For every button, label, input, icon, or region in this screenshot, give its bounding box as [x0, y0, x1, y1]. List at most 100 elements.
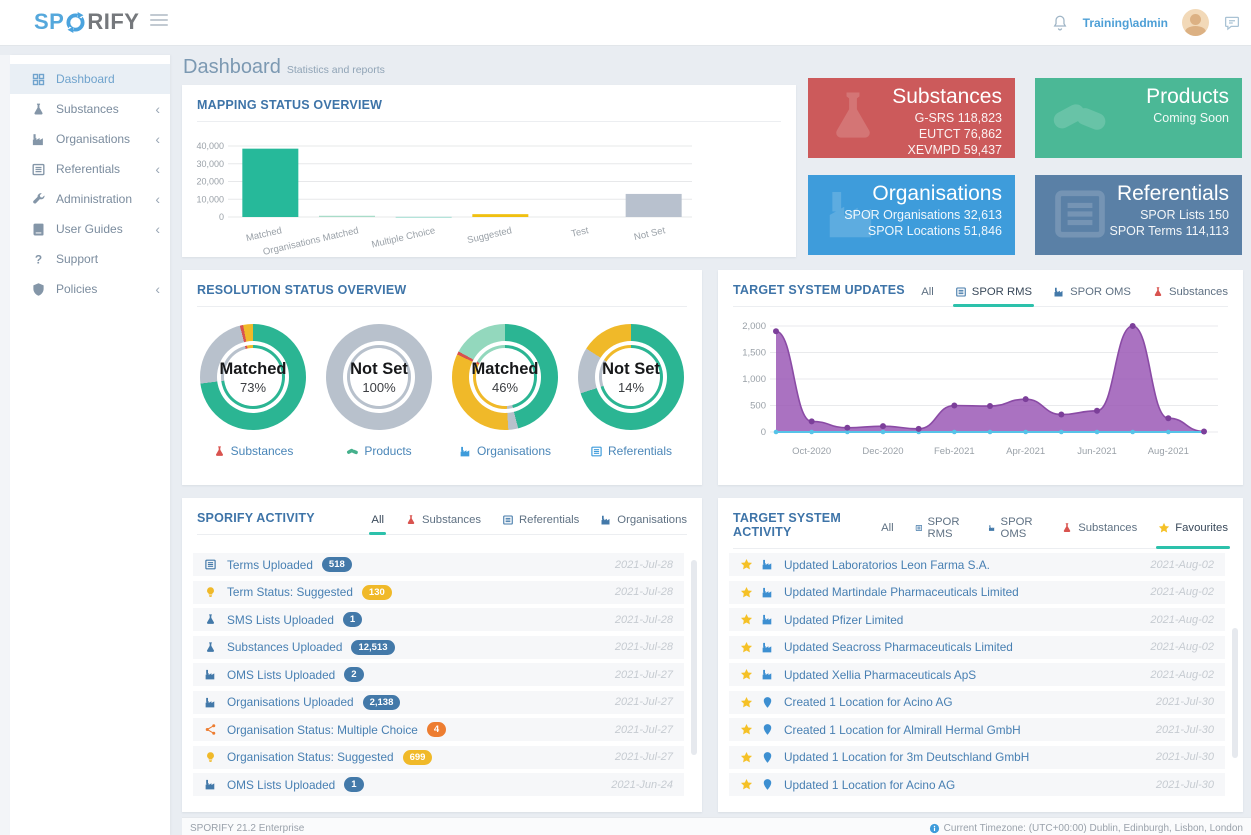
activity-text: OMS Lists Uploaded [227, 668, 335, 682]
sporify-tab-substances[interactable]: Substances [405, 514, 481, 535]
app-logo[interactable]: SP RIFY [34, 9, 139, 35]
updates-tabs: AllSPOR RMSSPOR OMSSubstances [921, 286, 1228, 297]
user-menu[interactable]: Training\admin [1083, 16, 1168, 30]
activity-row[interactable]: Term Status: Suggested1302021-Jul-28 [193, 581, 684, 604]
donut-category-label: Referentials [608, 444, 672, 458]
factory-icon [988, 522, 996, 534]
grid-icon [31, 72, 46, 87]
activity-row[interactable]: Updated Pfizer Limited2021-Aug-02 [729, 608, 1225, 631]
donut-category-label: Products [364, 444, 411, 458]
target-tab-substances[interactable]: Substances [1061, 516, 1137, 549]
activity-row[interactable]: Updated Laboratorios Leon Farma S.A.2021… [729, 553, 1225, 576]
activity-row[interactable]: Updated 1 Location for 3m Deutschland Gm… [729, 746, 1225, 769]
sidebar-item-user-guides[interactable]: User Guides‹ [10, 214, 170, 244]
activity-row[interactable]: Terms Uploaded5182021-Jul-28 [193, 553, 684, 576]
panel-mapping-status: MAPPING STATUS OVERVIEW 010,00020,00030,… [182, 85, 796, 257]
activity-row[interactable]: Updated Martindale Pharmaceuticals Limit… [729, 581, 1225, 604]
tile-products[interactable]: ProductsComing Soon [1035, 78, 1242, 158]
donut-category-organisations[interactable]: Organisations [459, 444, 551, 458]
sidebar-item-organisations[interactable]: Organisations‹ [10, 124, 170, 154]
question-icon: ? [31, 252, 46, 267]
factory-icon [204, 668, 217, 681]
svg-text:2,000: 2,000 [742, 321, 766, 332]
activity-row[interactable]: SMS Lists Uploaded12021-Jul-28 [193, 608, 684, 631]
page-title: DashboardStatistics and reports [183, 56, 385, 79]
donut-chart[interactable]: Not Set100% [326, 324, 432, 430]
wrench-icon [31, 192, 46, 207]
chat-icon[interactable] [1223, 14, 1241, 32]
menu-toggle-button[interactable] [150, 14, 168, 28]
sporify-tab-organisations[interactable]: Organisations [600, 514, 687, 535]
tab-label: Substances [422, 514, 481, 526]
donut-substances: Matched73% Substances [194, 324, 312, 458]
sidebar-item-support[interactable]: ?Support [10, 244, 170, 274]
donut-category-products[interactable]: Products [346, 444, 411, 458]
svg-text:10,000: 10,000 [196, 194, 224, 204]
donut-status-label: Not Set [350, 360, 408, 379]
updates-tab-all[interactable]: All [921, 286, 934, 307]
target-tab-favourites[interactable]: Favourites [1158, 516, 1228, 549]
tile-substances[interactable]: SubstancesG-SRS 118,823EUTCT 76,862XEVMP… [808, 78, 1015, 158]
flask-icon [31, 102, 46, 117]
donut-chart[interactable]: Matched73% [200, 324, 306, 430]
updates-tab-substances[interactable]: Substances [1152, 286, 1228, 307]
tile-referentials[interactable]: ReferentialsSPOR Lists 150SPOR Terms 114… [1035, 175, 1242, 255]
updates-tab-spor-oms[interactable]: SPOR OMS [1053, 286, 1131, 307]
star-icon [740, 778, 753, 791]
svg-text:Not Set: Not Set [633, 225, 667, 243]
activity-row[interactable]: Organisation Status: Multiple Choice4202… [193, 718, 684, 741]
sync-icon [64, 12, 87, 33]
avatar[interactable] [1182, 9, 1209, 36]
updates-tab-spor-rms[interactable]: SPOR RMS [955, 286, 1032, 307]
donut-percent: 46% [492, 380, 518, 395]
target-tab-all[interactable]: All [881, 516, 894, 549]
sporify-tab-all[interactable]: All [371, 514, 384, 535]
activity-row[interactable]: Updated Xellia Pharmaceuticals ApS2021-A… [729, 663, 1225, 686]
sidebar-item-substances[interactable]: Substances‹ [10, 94, 170, 124]
activity-row[interactable]: OMS Lists Uploaded22021-Jul-27 [193, 663, 684, 686]
target-tab-spor-oms[interactable]: SPOR OMS [988, 516, 1040, 549]
activity-row[interactable]: OMS Lists Uploaded12021-Jun-24 [193, 773, 684, 796]
tab-label: Substances [1078, 522, 1137, 534]
factory-icon [761, 641, 774, 654]
tab-label: SPOR RMS [927, 516, 966, 540]
activity-row[interactable]: Organisations Uploaded2,1382021-Jul-27 [193, 691, 684, 714]
resolution-donuts: Matched73% Substances Not Set100% Products M… [182, 324, 702, 458]
donut-category-referentials[interactable]: Referentials [590, 444, 672, 458]
sidebar-item-referentials[interactable]: Referentials‹ [10, 154, 170, 184]
factory-icon [204, 778, 217, 791]
pin-icon [761, 696, 774, 709]
tile-organisations[interactable]: OrganisationsSPOR Organisations 32,613SP… [808, 175, 1015, 255]
activity-row[interactable]: Created 1 Location for Acino AG2021-Jul-… [729, 691, 1225, 714]
activity-row[interactable]: Substances Uploaded12,5132021-Jul-28 [193, 636, 684, 659]
activity-row[interactable]: Updated 1 Location for Acino AG2021-Jul-… [729, 773, 1225, 796]
notifications-bell-icon[interactable] [1051, 14, 1069, 32]
sidebar-item-dashboard[interactable]: Dashboard [10, 64, 170, 94]
activity-row[interactable]: Updated Seacross Pharmaceuticals Limited… [729, 636, 1225, 659]
activity-row[interactable]: Organisation Status: Suggested6992021-Ju… [193, 746, 684, 769]
sidebar-item-policies[interactable]: Policies‹ [10, 274, 170, 304]
svg-text:Apr-2021: Apr-2021 [1006, 446, 1045, 457]
donut-category-substances[interactable]: Substances [213, 444, 294, 458]
donut-category-label: Organisations [477, 444, 551, 458]
activity-date: 2021-Jul-30 [1156, 696, 1214, 708]
activity-text: Updated 1 Location for Acino AG [784, 778, 955, 792]
activity-text: Updated Xellia Pharmaceuticals ApS [784, 668, 976, 682]
sporify-tab-referentials[interactable]: Referentials [502, 514, 579, 535]
flask-icon [204, 641, 217, 654]
donut-chart[interactable]: Matched46% [452, 324, 558, 430]
count-badge: 12,513 [351, 640, 394, 655]
activity-row[interactable]: Created 1 Location for Almirall Hermal G… [729, 718, 1225, 741]
tile-stat: EUTCT 76,862 [892, 126, 1002, 142]
scrollbar[interactable] [1232, 628, 1238, 758]
star-icon [740, 751, 753, 764]
count-badge: 4 [427, 722, 446, 737]
activity-date: 2021-Jul-30 [1156, 751, 1214, 763]
activity-date: 2021-Aug-02 [1150, 641, 1214, 653]
sidebar-item-administration[interactable]: Administration‹ [10, 184, 170, 214]
scrollbar[interactable] [691, 560, 697, 755]
panel-target-system-activity: TARGET SYSTEM ACTIVITY AllSPOR RMSSPOR O… [718, 498, 1243, 812]
donut-chart[interactable]: Not Set14% [578, 324, 684, 430]
activity-text: Organisation Status: Multiple Choice [227, 723, 418, 737]
target-tab-spor-rms[interactable]: SPOR RMS [915, 516, 967, 549]
